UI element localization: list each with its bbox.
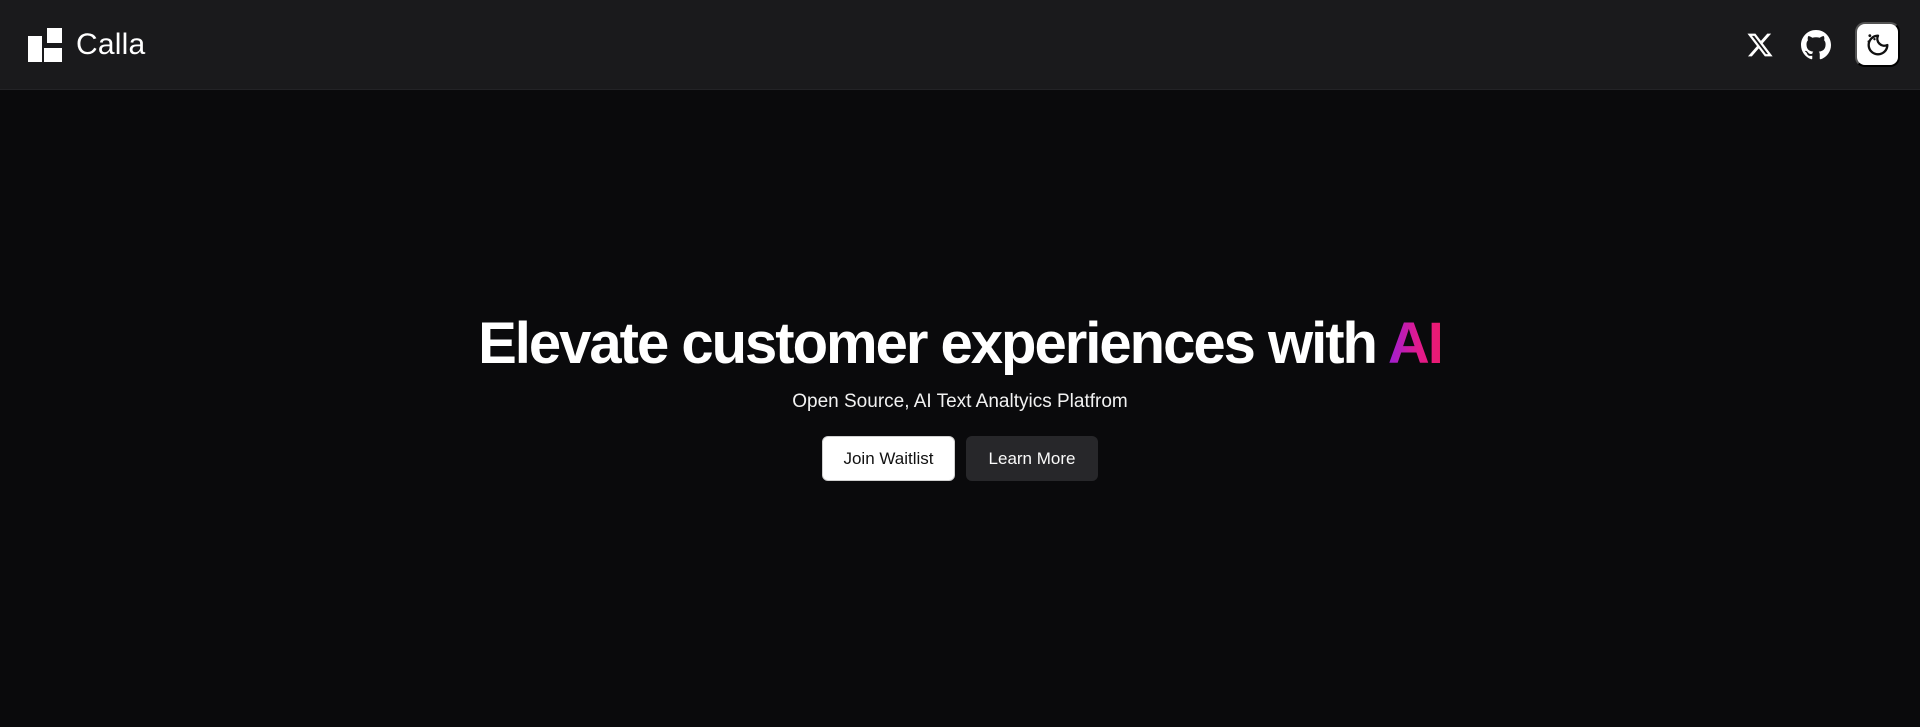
hero-subtitle: Open Source, AI Text Analtyics Platfrom	[792, 391, 1128, 412]
header-actions	[1743, 22, 1900, 67]
brand-link[interactable]: Calla	[28, 27, 146, 62]
theme-toggle-button[interactable]	[1855, 22, 1900, 67]
hero-headline-text: Elevate customer experiences with	[478, 311, 1388, 376]
brand-name: Calla	[76, 27, 146, 61]
x-twitter-icon[interactable]	[1743, 28, 1777, 62]
github-logo-svg	[1801, 29, 1831, 59]
hero-section: Elevate customer experiences with AI Ope…	[0, 90, 1920, 727]
hero-actions: Join Waitlist Learn More	[822, 436, 1098, 481]
calla-logo-icon	[28, 27, 62, 62]
hero-headline-accent: AI	[1387, 311, 1444, 376]
github-icon[interactable]	[1799, 28, 1833, 62]
hero-headline: Elevate customer experiences with AI	[478, 315, 1444, 373]
x-logo-svg	[1747, 33, 1773, 56]
learn-more-button[interactable]: Learn More	[966, 436, 1098, 481]
join-waitlist-button[interactable]: Join Waitlist	[822, 436, 955, 481]
top-navbar: Calla	[0, 0, 1920, 90]
theme-toggle-moon-icon	[1867, 33, 1888, 55]
